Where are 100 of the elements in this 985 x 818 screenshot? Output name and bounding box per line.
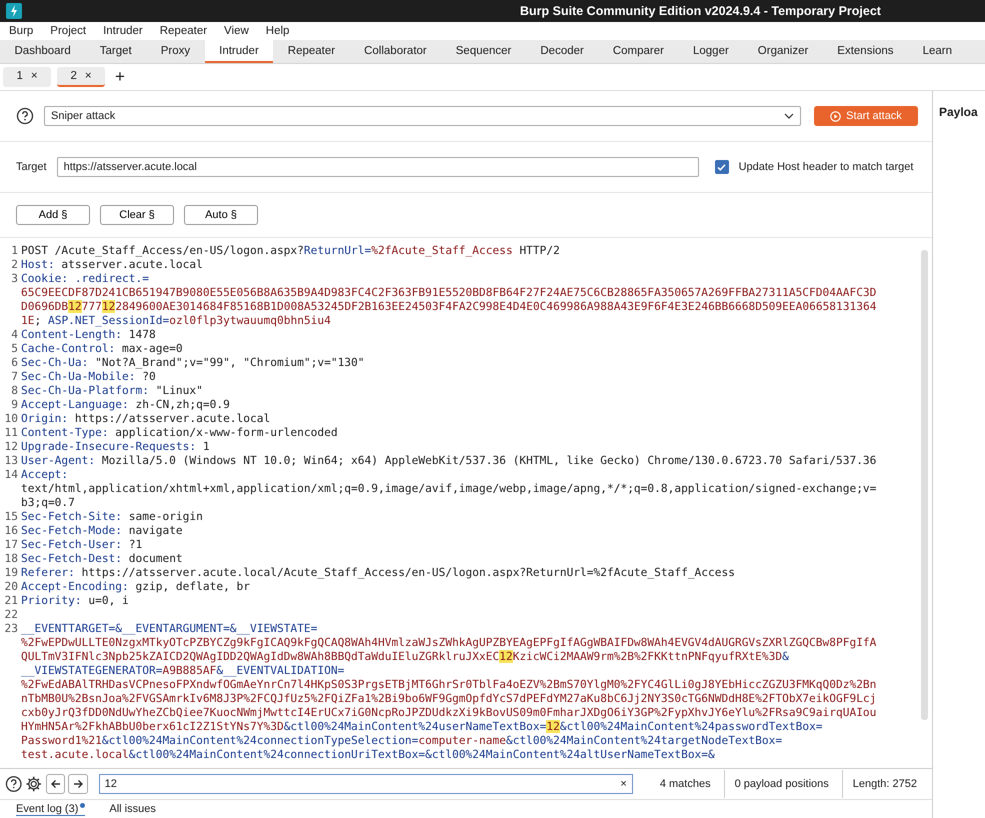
request-line: Host: atsserver.acute.local — [21, 258, 203, 272]
request-line: Sec-Fetch-Dest: document — [21, 552, 183, 566]
tab[interactable]: Sequencer — [441, 40, 526, 63]
position-button[interactable]: Clear § — [100, 205, 174, 225]
request-line: User-Agent: Mozilla/5.0 (Windows NT 10.0; Win64; x64) AppleWebKit/537.36 (KHTML, like Gecko) Chrome/130.0.6723.70 Safari/537.36 — [21, 454, 876, 468]
tab[interactable]: Target — [85, 40, 146, 63]
request-line: %2FwEPDwULLTE0NzgxMTkyOTcPZBYCZg9kFgICAQ9kFgQCAQ8WAh4HVmlzaWJsZWhkAgUPZBYEAgEPFgIfAGgWBAIFDw8WAh4EVGV4dAUGRGVsZXRlZGQCBw8PFgIfA — [21, 636, 876, 650]
panel-title: Payloa — [939, 105, 978, 119]
request-line: Accept-Encoding: gzip, deflate, br — [21, 580, 250, 594]
request-line: text/html,application/xhtml+xml,application/xml;q=0.9,image/avif,image/webp,image/apng,*/*;q=0.8,application/signed-exchange;v= — [21, 482, 876, 496]
request-line: 65C9EECDF87D241CB651947B9080E55E056B8A635B9A4D983FC4C2F363FB91E5520BD8FB64F27F24AE75C6CB28865FA350657A269FFBA27311A5CFD04AAFC3D — [21, 286, 876, 300]
target-field[interactable]: https://atsserver.acute.local — [56, 157, 699, 177]
right-arrow-icon — [72, 778, 84, 790]
request-line: Sec-Fetch-Mode: navigate — [21, 524, 183, 538]
tab[interactable]: Intruder — [204, 40, 274, 63]
line-number: 17 — [4, 538, 19, 552]
line-number: 22 — [4, 608, 19, 622]
request-line: Content-Type: application/x-www-form-urlencoded — [21, 426, 338, 440]
line-number: 6 — [10, 356, 19, 370]
request-line: 1E; ASP.NET_SessionId=ozl0flp3ytwauumq0bhn5iu4 — [21, 314, 331, 328]
request-line: Origin: https://atsserver.acute.local — [21, 412, 270, 426]
line-number: 3 — [10, 272, 19, 286]
request-line: Sec-Ch-Ua: "Not?A_Brand";v="99", "Chromium";v="130" — [21, 356, 365, 370]
tab[interactable]: Proxy — [146, 40, 205, 63]
request-tab[interactable]: 1 × — [3, 67, 51, 87]
tab[interactable]: Logger — [678, 40, 744, 63]
search-field[interactable]: 12 × — [98, 774, 633, 794]
line-number: 18 — [4, 552, 19, 566]
request-line: POST /Acute_Staff_Access/en-US/logon.aspx?ReturnUrl=%2fAcute_Staff_Access HTTP/2 — [21, 244, 560, 258]
request-length: Length: 2752 — [842, 770, 927, 798]
request-line: %2FwEdABAlTRHDasVCPnesoFPXndwfOGmAeYnrCn7l4HKpS0S3PrgsETBjMT6GhrSr0TblFa4oEZV%2BmS70YlgM0%2FYC4GlLi0gJ8YEbHiccZGZU3FMKqQ0Dz%2Bn — [21, 678, 876, 692]
request-line: Cache-Control: max-age=0 — [21, 342, 183, 356]
line-number: 14 — [4, 468, 19, 482]
checkbox-label: Update Host header to match target — [738, 161, 914, 173]
settings-icon[interactable] — [25, 775, 43, 793]
menu-item[interactable]: Project — [41, 25, 94, 37]
request-line: Upgrade-Insecure-Requests: 1 — [21, 440, 210, 454]
menu-item[interactable]: Burp — [0, 25, 42, 37]
tab[interactable]: Collaborator — [350, 40, 442, 63]
caret-icon[interactable] — [784, 113, 794, 119]
request-line: D0696DB12777122849600AE3014684F85168B1D008A53245DF2B163EE24503F4FA2C998E4D4E0C469986A988A43E9F6F4E3E246BB6668D509EEA06658131364 — [21, 300, 876, 314]
request-line: Referer: https://atsserver.acute.local/Acute_Staff_Access/en-US/logon.aspx?ReturnUrl=%2fAcute_Staff_Access — [21, 566, 735, 580]
match-count: 4 matches — [658, 777, 712, 792]
request-line: Password1%21&ctl00%24MainContent%24connectionTypeSelection=computer-name&ctl00%24MainContent%24targetNodeTextBox= — [21, 734, 782, 748]
line-number: 8 — [10, 384, 19, 398]
request-line: nTbMB0U%2BsnJoa%2FVGSAmrkIv6M8J3P%2FCQJfUz5%2FQiZFa1%2Bi9bo6WF9GgmOpfdYcS7dPEFdYM27aKu8bC6Jj2NY3S0cTG6NWDdH8E%2FTObX7eikOGF9Lcj — [21, 692, 876, 706]
request-line: Sec-Ch-Ua-Platform: "Linux" — [21, 384, 203, 398]
scrollbar[interactable] — [921, 250, 928, 720]
line-number: 13 — [4, 454, 19, 468]
menu-item[interactable]: Repeater — [150, 25, 216, 37]
line-number: 21 — [4, 594, 19, 608]
request-tab[interactable]: 2 × — [57, 67, 105, 87]
line-number: 10 — [4, 412, 19, 426]
request-line: Sec-Fetch-Site: same-origin — [21, 510, 203, 524]
request-line: QULTmV3IFNlc3Npb25kZAICD2QWAgIDD2QWAgIdDw8WAh8BBQdTaWduIEluZGRklruJXxEC12KzicWCi2MAAW9rm%2B%2FKKttnPNFqyufRXtE%3D& — [21, 650, 789, 664]
tab[interactable]: Dashboard — [0, 40, 86, 63]
checkbox[interactable] — [714, 160, 729, 174]
line-number: 4 — [10, 328, 19, 342]
clear-icon[interactable]: × — [620, 778, 627, 790]
request-line: Cookie: .redirect.= — [21, 272, 149, 286]
request-line: Sec-Fetch-User: ?1 — [21, 538, 142, 552]
menu-item[interactable]: Intruder — [94, 25, 151, 37]
request-line: Sec-Ch-Ua-Mobile: ?0 — [21, 370, 156, 384]
tab[interactable]: Organizer — [743, 40, 823, 63]
tab[interactable]: Extensions — [822, 40, 908, 63]
request-line: b3;q=0.7 — [21, 496, 75, 510]
position-button[interactable]: Add § — [16, 205, 90, 225]
menu-item[interactable]: Help — [256, 25, 298, 37]
bottom-tab[interactable]: All issues — [109, 802, 156, 816]
attack-type-select[interactable]: Sniper attack — [44, 106, 801, 126]
close-icon[interactable]: × — [30, 70, 38, 82]
help-icon[interactable] — [16, 107, 34, 125]
menu-item[interactable]: View — [215, 25, 257, 37]
tab[interactable]: Learn — [908, 40, 966, 63]
tab[interactable]: Decoder — [526, 40, 598, 63]
new-tab-button[interactable]: + — [115, 67, 125, 87]
line-number: 15 — [4, 510, 19, 524]
line-number: 1 — [10, 244, 19, 258]
tab[interactable]: Repeater — [273, 40, 350, 63]
left-arrow-icon — [50, 778, 62, 790]
play-icon — [830, 110, 842, 122]
notification-dot — [80, 802, 86, 808]
help-icon[interactable] — [5, 775, 22, 793]
position-button[interactable]: Auto § — [184, 205, 258, 225]
next-button[interactable] — [68, 774, 88, 794]
previous-button[interactable] — [46, 774, 66, 794]
bottom-tab[interactable]: Event log (3) — [16, 802, 86, 816]
tab-label: 2 — [70, 70, 77, 82]
line-number: 5 — [10, 342, 19, 356]
tab[interactable]: Comparer — [598, 40, 678, 63]
line-number: 9 — [10, 398, 19, 412]
request-line: Priority: u=0, i — [21, 594, 129, 608]
request-line: HYmHN5Ar%2FkhABbU0berx61cI2Z1StYNs7Y%3D&ctl00%24MainContent%24userNameTextBox=12&ctl00%24MainContent%24passwordTextBox= — [21, 720, 823, 734]
payload-positions: 0 payload positions — [724, 770, 839, 798]
line-number: 11 — [4, 426, 19, 440]
line-number: 12 — [4, 440, 19, 454]
request-line: __EVENTTARGET=&__EVENTARGUMENT=&__VIEWSTATE= — [21, 622, 318, 636]
request-line: cxb0yJrQ3fDD0NdUwYheZCbQiee7KuocNWmjMwttcI4ErUCx7iG0NcpRoJPZDUdkzXi9kBovUS09m0FmharJXDgO6iY3GP%2FypXhvJY6eYlu%2FRsa9C9airqUAIou — [21, 706, 876, 720]
close-icon[interactable]: × — [84, 70, 92, 82]
tab-label: 1 — [16, 70, 23, 82]
